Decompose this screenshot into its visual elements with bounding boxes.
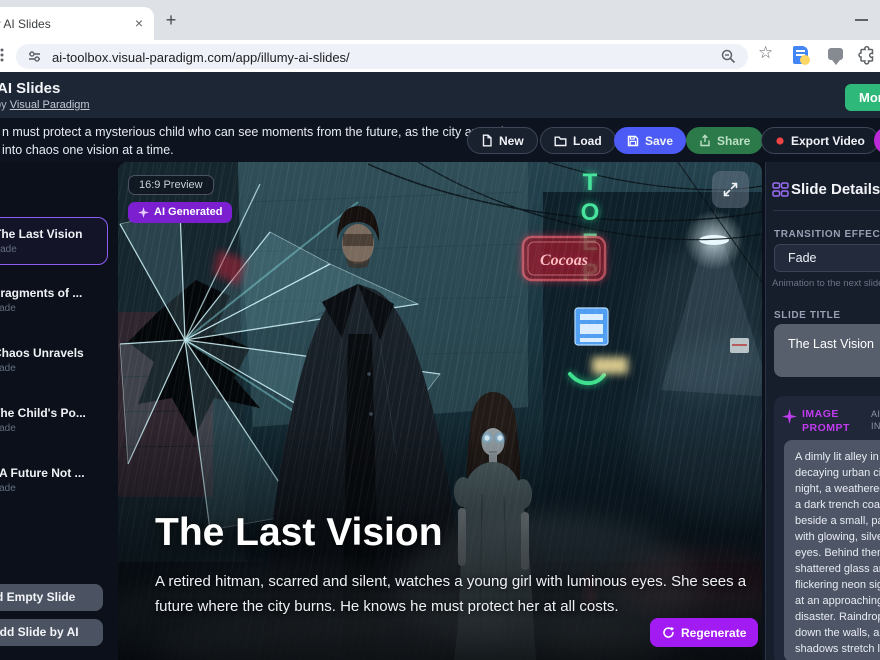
slide-details-heading: Slide Details	[791, 181, 880, 198]
slide-description-line-2: future where the city burns. He knows he…	[155, 594, 746, 619]
tab-close-icon[interactable]: ×	[130, 14, 148, 32]
extensions-puzzle-icon[interactable]	[856, 45, 876, 65]
document-icon	[481, 134, 493, 147]
app-header: AI Slides by Visual Paradigm More	[0, 72, 880, 118]
slide-item-title: A Future Not ...	[0, 457, 110, 480]
story-toolbar: n must protect a mysterious child who ca…	[0, 118, 880, 162]
slide-item-transition: Fade	[0, 423, 110, 434]
slide-details-panel: Slide Details TRANSITION EFFECT Fade Ani…	[765, 162, 880, 660]
sidebar-slide-item-5[interactable]: A Future Not ... Fade	[0, 457, 110, 505]
add-slide-by-ai-button[interactable]: Add Slide by AI	[0, 619, 103, 646]
new-button[interactable]: New	[467, 127, 538, 154]
image-prompt-label-line-1: IMAGE	[802, 407, 850, 421]
slide-item-transition: Fade	[0, 303, 110, 314]
ai-instructions-label: AI INSTRUCTIONS	[871, 408, 880, 432]
slide-item-transition: Fade	[0, 244, 107, 255]
slide-item-transition: Fade	[0, 483, 110, 494]
expand-button[interactable]	[712, 171, 749, 208]
ai-generated-badge: AI Generated	[128, 202, 232, 223]
slide-preview: T O E P Cocoas	[118, 162, 762, 660]
story-line-1: n must protect a mysterious child who ca…	[2, 123, 504, 141]
share-button[interactable]: Share	[686, 127, 763, 154]
image-prompt-textarea[interactable]: A dimly lit alley in a decaying urban ci…	[784, 440, 880, 660]
details-divider	[773, 210, 880, 211]
new-label: New	[499, 134, 524, 148]
story-line-2: into chaos one vision at a time.	[2, 141, 504, 159]
regenerate-button[interactable]: Regenerate	[650, 618, 758, 647]
yellow-sign	[592, 357, 628, 374]
svg-text:T: T	[583, 169, 598, 196]
sidebar-slide-item-3[interactable]: Chaos Unravels Fade	[0, 337, 110, 385]
export-video-button[interactable]: Export Video	[761, 127, 879, 154]
slide-details-icon	[772, 182, 789, 199]
transition-help-text: Animation to the next slide	[772, 278, 880, 289]
share-label: Share	[717, 134, 750, 148]
transition-effect-label: TRANSITION EFFECT	[774, 229, 880, 240]
sidebar-slide-item-1[interactable]: The Last Vision Fade	[0, 217, 108, 265]
window-minimize-icon[interactable]	[855, 19, 868, 21]
browser-tabstrip: illumy AI Slides × +	[0, 0, 880, 40]
site-info-tune-icon[interactable]	[26, 48, 43, 65]
partial-sidepanel-icon[interactable]	[0, 46, 10, 64]
extension-doc-icon[interactable]	[793, 46, 808, 64]
image-prompt-label: IMAGE PROMPT	[802, 407, 850, 435]
slide-title-label: SLIDE TITLE	[774, 310, 841, 321]
add-empty-slide-button[interactable]: Add Empty Slide	[0, 584, 103, 611]
image-prompt-card: IMAGE PROMPT AI INSTRUCTIONS A dimly lit…	[774, 396, 880, 660]
sparkle-icon	[138, 207, 149, 218]
record-dot-icon	[775, 136, 785, 146]
ai-generated-label: AI Generated	[154, 206, 222, 218]
address-bar[interactable]: ai-toolbox.visual-paradigm.com/app/illum…	[16, 44, 748, 69]
slide-title-overlay: The Last Vision	[155, 511, 443, 555]
ratio-badge: 16:9 Preview	[128, 175, 214, 195]
transition-effect-select[interactable]: Fade	[774, 244, 880, 272]
slide-description: A retired hitman, scarred and silent, wa…	[155, 569, 746, 619]
blue-sign	[575, 308, 608, 345]
new-tab-button[interactable]: +	[160, 10, 182, 32]
slide-item-title: Fragments of ...	[0, 277, 110, 300]
byline: by Visual Paradigm	[0, 99, 90, 111]
browser-tab[interactable]: illumy AI Slides ×	[0, 7, 154, 40]
load-label: Load	[573, 134, 602, 148]
zoom-out-icon[interactable]	[720, 48, 737, 65]
refresh-icon	[662, 626, 675, 639]
slide-item-title: The Last Vision	[0, 218, 107, 241]
slide-item-transition: Fade	[0, 363, 110, 374]
add-slide-by-ai-label: Add Slide by AI	[0, 625, 79, 639]
save-icon	[627, 135, 639, 147]
load-button[interactable]: Load	[540, 127, 616, 154]
svg-text:Cocoas: Cocoas	[540, 252, 588, 269]
more-tools-button[interactable]: More	[845, 84, 880, 111]
byline-prefix: by	[0, 99, 10, 111]
extension-badge-icon	[800, 55, 810, 65]
expand-arrows-icon	[722, 181, 739, 198]
export-video-label: Export Video	[791, 134, 865, 148]
share-icon	[699, 134, 711, 147]
regenerate-label: Regenerate	[681, 626, 746, 640]
app-title: AI Slides	[0, 80, 60, 97]
add-empty-slide-label: Add Empty Slide	[0, 590, 75, 604]
slide-item-title: The Child's Po...	[0, 397, 110, 420]
svg-text:O: O	[581, 199, 600, 226]
browser-toolbar: ai-toolbox.visual-paradigm.com/app/illum…	[0, 40, 880, 72]
workspace: The Last Vision Fade Fragments of ... Fa…	[0, 162, 880, 660]
bookmark-star-icon[interactable]: ☆	[758, 43, 773, 63]
app-window: illumy AI Slides × + ai-toolbox.visual-p…	[0, 0, 880, 660]
visual-paradigm-link[interactable]: Visual Paradigm	[10, 99, 90, 111]
image-prompt-sparkle-icon	[782, 409, 797, 424]
story-text: n must protect a mysterious child who ca…	[2, 123, 504, 159]
sidebar-slide-item-4[interactable]: The Child's Po... Fade	[0, 397, 110, 445]
image-prompt-label-line-2: PROMPT	[802, 421, 850, 435]
save-label: Save	[645, 134, 673, 148]
url-text[interactable]: ai-toolbox.visual-paradigm.com/app/illum…	[52, 50, 350, 65]
save-button[interactable]: Save	[614, 127, 686, 154]
slide-description-line-1: A retired hitman, scarred and silent, wa…	[155, 569, 746, 594]
sidebar-slide-item-2[interactable]: Fragments of ... Fade	[0, 277, 110, 325]
slide-item-title: Chaos Unravels	[0, 337, 110, 360]
slide-title-input[interactable]: The Last Vision	[774, 324, 880, 377]
folder-icon	[554, 135, 567, 147]
neon-red-script-sign: Cocoas	[523, 237, 605, 280]
tab-title: illumy AI Slides	[0, 17, 51, 31]
extension-flag-icon[interactable]	[828, 48, 843, 60]
